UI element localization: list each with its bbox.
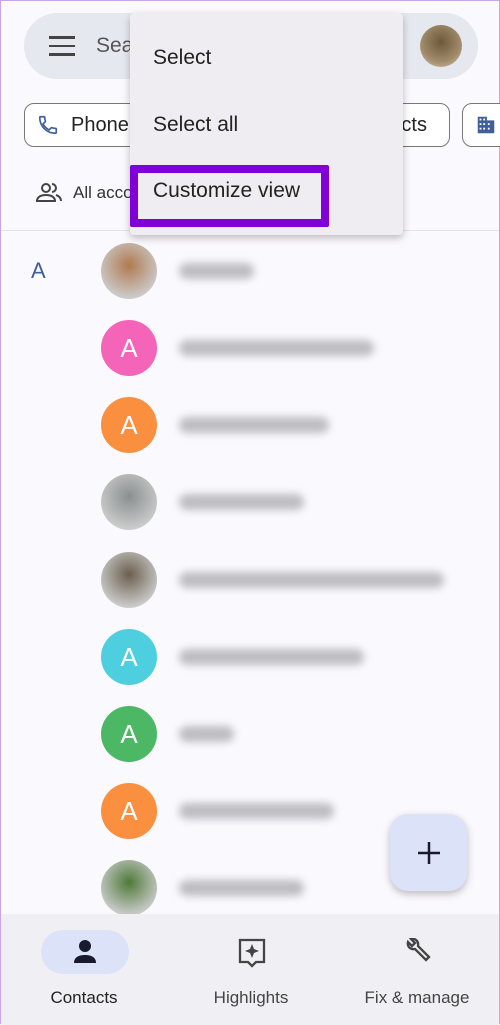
blurred-contact-name bbox=[179, 726, 234, 742]
blurred-contact-name bbox=[179, 803, 334, 819]
contact-row[interactable] bbox=[101, 474, 481, 530]
phone-chip-label: Phone bbox=[71, 113, 129, 136]
highlight-box bbox=[130, 165, 329, 227]
contact-row[interactable] bbox=[101, 243, 481, 299]
contact-row[interactable]: A bbox=[101, 397, 481, 453]
nav-contacts[interactable]: Contacts bbox=[1, 914, 167, 1025]
nav-fix-manage-label: Fix & manage bbox=[364, 988, 470, 1007]
phone-icon bbox=[38, 115, 58, 135]
organization-chip[interactable] bbox=[462, 103, 500, 147]
contact-row[interactable]: A bbox=[101, 706, 481, 762]
blurred-contact-name bbox=[179, 649, 364, 665]
wrench-icon bbox=[406, 938, 431, 962]
contact-avatar: A bbox=[101, 629, 157, 685]
blurred-contact-name bbox=[179, 417, 329, 433]
contact-avatar bbox=[101, 243, 157, 299]
contact-row[interactable]: A bbox=[101, 320, 481, 376]
building-icon bbox=[477, 116, 495, 134]
contact-row[interactable]: A bbox=[101, 629, 481, 685]
menu-item-select[interactable]: Select bbox=[153, 46, 211, 70]
contact-avatar bbox=[101, 474, 157, 530]
nav-highlights-label: Highlights bbox=[213, 988, 289, 1007]
blurred-contact-name bbox=[179, 494, 304, 510]
contact-avatar: A bbox=[101, 320, 157, 376]
contact-avatar: A bbox=[101, 783, 157, 839]
nav-highlights[interactable]: Highlights bbox=[168, 914, 334, 1025]
sparkle-icon bbox=[238, 938, 266, 968]
contact-avatar bbox=[101, 552, 157, 608]
overflow-menu: Select Select all Customize view bbox=[130, 13, 403, 235]
bottom-navigation: Contacts Highlights Fix & manage bbox=[1, 914, 499, 1025]
hamburger-menu-icon[interactable] bbox=[49, 36, 75, 56]
add-contact-button[interactable] bbox=[390, 814, 467, 891]
nav-fix-manage[interactable]: Fix & manage bbox=[334, 914, 500, 1025]
contact-row[interactable] bbox=[101, 552, 481, 608]
account-avatar[interactable] bbox=[420, 25, 462, 67]
contact-avatar: A bbox=[101, 706, 157, 762]
nav-contacts-label: Contacts bbox=[50, 988, 118, 1007]
contact-avatar bbox=[101, 860, 157, 916]
blurred-contact-name bbox=[179, 263, 254, 279]
person-icon bbox=[74, 940, 96, 963]
section-letter: A bbox=[31, 258, 46, 283]
blurred-contact-name bbox=[179, 340, 374, 356]
plus-icon bbox=[417, 841, 440, 864]
blurred-contact-name bbox=[179, 880, 304, 896]
menu-item-select-all[interactable]: Select all bbox=[153, 113, 238, 137]
people-icon bbox=[35, 183, 62, 202]
contact-avatar: A bbox=[101, 397, 157, 453]
blurred-contact-name bbox=[179, 572, 444, 588]
